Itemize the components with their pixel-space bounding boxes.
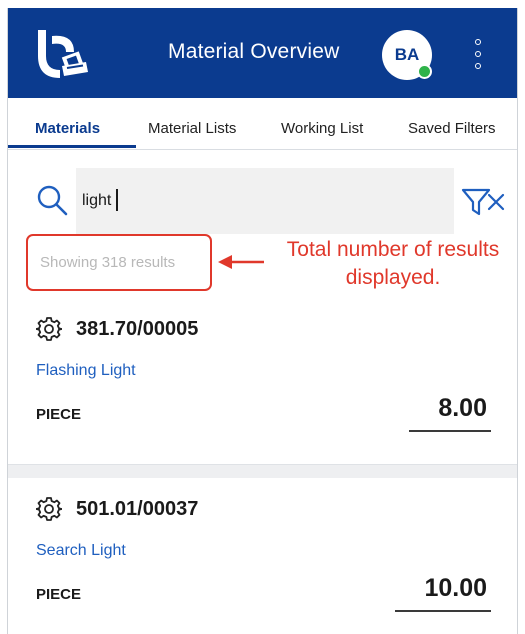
annotation-arrow-icon (218, 255, 264, 269)
material-code: 501.01/00037 (76, 498, 199, 520)
material-code: 381.70/00005 (76, 318, 199, 340)
annotation-line-2: displayed. (345, 266, 441, 289)
tab-materials[interactable]: Materials (35, 120, 100, 137)
text-cursor (116, 189, 118, 211)
active-tab-indicator (8, 145, 136, 148)
search-field[interactable] (76, 168, 505, 234)
material-unit: PIECE (36, 586, 82, 603)
material-name[interactable]: Search Light (36, 542, 126, 560)
annotation-line-1: Total number of results (286, 238, 500, 261)
more-vertical-icon[interactable] (466, 36, 490, 72)
quantity-underline (409, 430, 491, 432)
presence-status-icon (417, 64, 432, 79)
annotation-callout: Total number of results displayed. (262, 236, 517, 292)
results-count: Showing 318 results (40, 254, 176, 271)
tab-working-list[interactable]: Working List (281, 120, 363, 137)
tab-material-lists[interactable]: Material Lists (148, 120, 236, 137)
app-logo-icon[interactable] (34, 26, 94, 84)
material-name[interactable]: Flashing Light (36, 362, 136, 380)
quantity-field[interactable]: 8.00 (405, 394, 487, 423)
search-icon[interactable] (36, 184, 68, 216)
list-item[interactable]: 381.70/00005 Flashing Light PIECE 8.00 (8, 298, 517, 464)
results-count-highlight: Showing 318 results (26, 234, 212, 291)
gear-icon (36, 317, 62, 341)
quantity-field[interactable]: 10.00 (391, 574, 487, 603)
search-input[interactable] (82, 189, 402, 213)
list-divider (8, 464, 517, 478)
page-title: Material Overview (168, 40, 340, 63)
tab-bar: Materials Material Lists Working List Sa… (8, 98, 517, 150)
filter-icon[interactable] (460, 186, 492, 218)
quantity-underline (395, 610, 491, 612)
search-bar (8, 168, 517, 234)
tab-saved-filters[interactable]: Saved Filters (408, 120, 496, 137)
gear-icon (36, 497, 62, 521)
app-bar: Material Overview BA (8, 8, 517, 98)
list-item[interactable]: 501.01/00037 Search Light PIECE 10.00 (8, 478, 517, 634)
app-screen: Material Overview BA Materials Material … (7, 8, 518, 634)
material-unit: PIECE (36, 406, 82, 423)
